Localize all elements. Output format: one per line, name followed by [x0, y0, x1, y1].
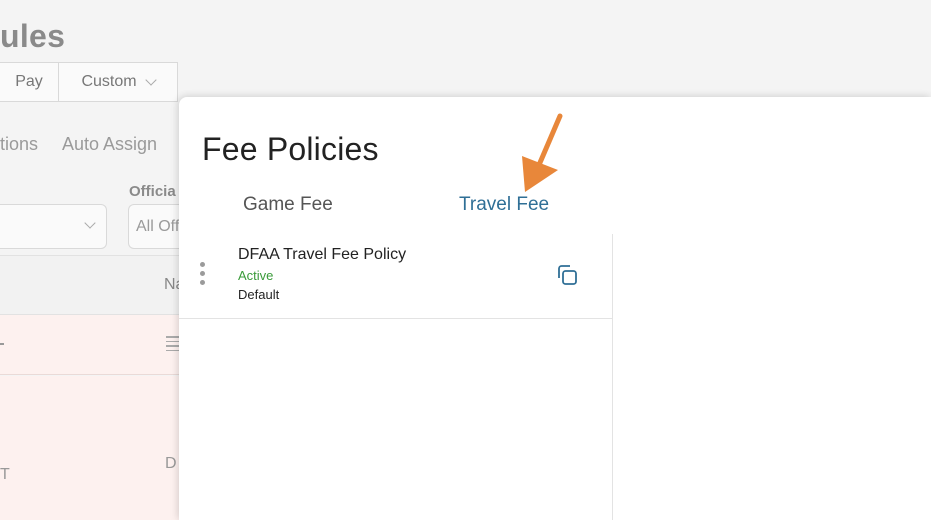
arrow-annotation-icon: [522, 113, 563, 192]
copy-icon: [558, 265, 577, 285]
tab-game-fee[interactable]: Game Fee: [243, 194, 333, 216]
copy-policy-button[interactable]: [555, 263, 579, 287]
policy-status-badge: Active: [238, 268, 274, 283]
table-header: Na: [0, 255, 184, 315]
segment-custom-label: Custom: [81, 73, 137, 90]
segment-pay[interactable]: Pay: [0, 63, 59, 101]
policy-default-label: Default: [238, 287, 280, 302]
tab-options[interactable]: tions: [0, 134, 38, 155]
list-icon: [166, 333, 180, 353]
policy-list: DFAA Travel Fee Policy Active Default: [179, 234, 613, 520]
cell-text: T: [0, 466, 10, 483]
policy-list-item[interactable]: DFAA Travel Fee Policy Active Default: [179, 234, 612, 319]
drawer-title: Fee Policies: [202, 131, 379, 167]
chevron-down-icon: [84, 217, 96, 229]
table-row[interactable]: T D: [0, 376, 180, 520]
kebab-vertical-icon[interactable]: [200, 262, 206, 288]
empty-dash: [0, 343, 4, 345]
filter-select[interactable]: [0, 204, 107, 249]
tab-auto-assign[interactable]: Auto Assign: [62, 134, 157, 155]
page-title: ules: [0, 18, 66, 54]
cell-text: D: [165, 455, 177, 472]
policy-name: DFAA Travel Fee Policy: [238, 246, 407, 263]
chevron-down-icon: [144, 73, 157, 86]
segment-custom[interactable]: Custom: [59, 63, 177, 101]
view-segmented-control: Pay Custom: [0, 62, 178, 102]
table-row[interactable]: [0, 315, 180, 375]
officials-filter-label: Officia: [129, 183, 176, 200]
tab-travel-fee[interactable]: Travel Fee: [459, 194, 549, 216]
